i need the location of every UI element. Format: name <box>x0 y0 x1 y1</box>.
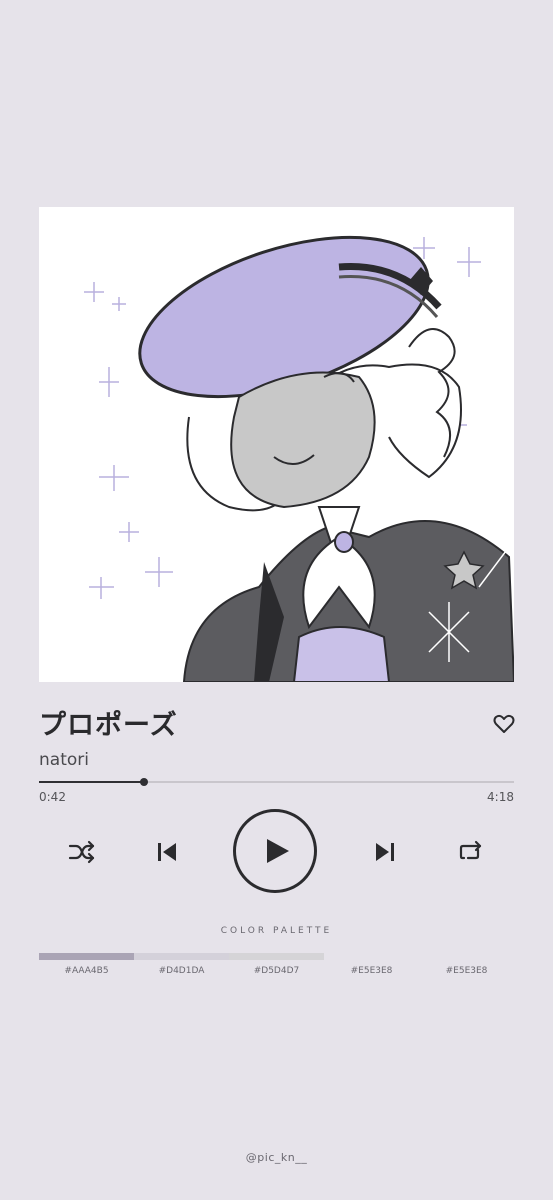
palette-bar <box>39 953 324 960</box>
repeat-icon <box>459 840 482 860</box>
palette-code: #D5D4D7 <box>253 966 300 976</box>
palette-label: COLOR PALETTE <box>220 926 333 936</box>
palette-code: #E5E3E8 <box>350 966 393 976</box>
progress-bar[interactable] <box>39 778 514 786</box>
palette-code: #E5E3E8 <box>445 966 488 976</box>
palette-swatch <box>134 953 229 960</box>
progress-fill <box>39 781 145 783</box>
next-button[interactable] <box>373 840 397 864</box>
album-artwork <box>39 207 514 682</box>
credit-handle: @pic_kn__ <box>245 1151 308 1164</box>
progress-knob[interactable] <box>140 778 149 786</box>
palette-swatch <box>229 953 324 960</box>
elapsed-time: 0:42 <box>39 790 66 804</box>
play-button[interactable] <box>233 809 317 893</box>
artist-name: natori <box>39 750 89 770</box>
play-icon <box>266 839 289 863</box>
total-time: 4:18 <box>487 790 514 804</box>
skip-previous-icon <box>158 843 176 861</box>
palette-code: #AAA4B5 <box>64 966 109 976</box>
heart-outline-icon <box>493 714 515 733</box>
shuffle-button[interactable] <box>68 840 96 864</box>
palette-codes: #AAA4B5 #D4D1DA #D5D4D7 #E5E3E8 #E5E3E8 <box>39 966 514 976</box>
palette-swatch <box>39 953 134 960</box>
track-title: プロポーズ <box>39 710 178 741</box>
skip-next-icon <box>376 843 394 861</box>
repeat-button[interactable] <box>458 840 484 864</box>
album-art-illustration <box>84 235 514 682</box>
palette-code: #D4D1DA <box>158 966 205 976</box>
shuffle-icon <box>68 840 95 864</box>
previous-button[interactable] <box>155 840 179 864</box>
like-button[interactable] <box>492 712 516 736</box>
